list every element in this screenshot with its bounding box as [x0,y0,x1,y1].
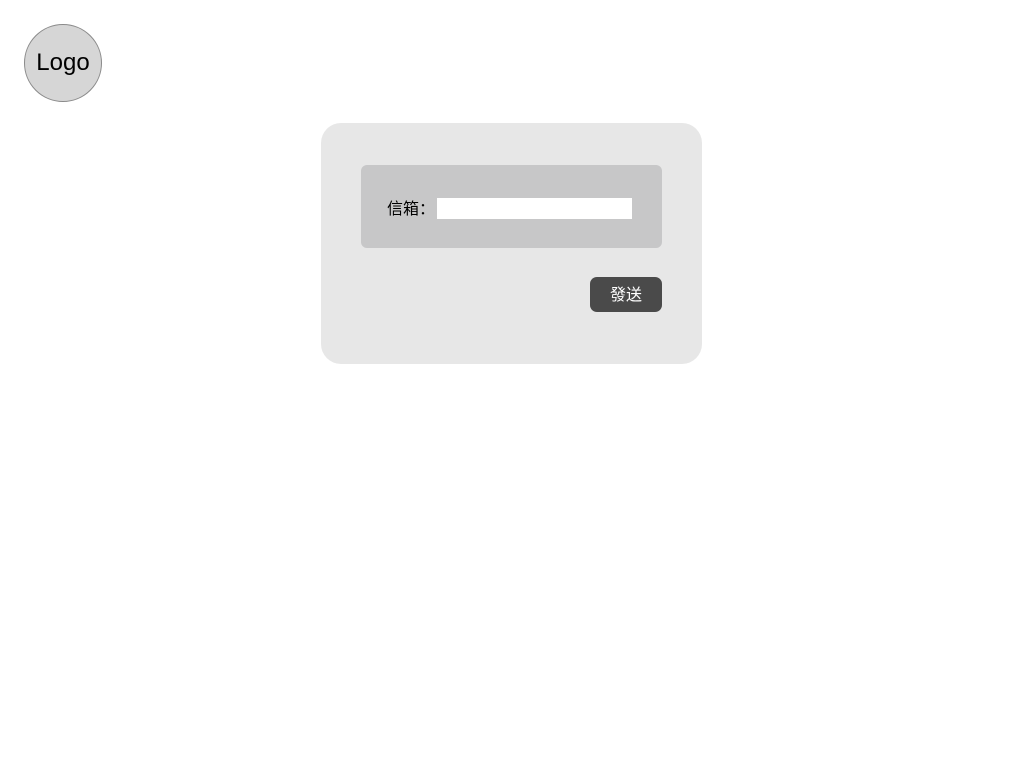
email-label: 信箱： [387,199,436,218]
page: Logo 信箱： 發送 [0,0,1024,768]
send-button[interactable]: 發送 [590,277,662,312]
email-field-group: 信箱： [361,165,662,248]
logo: Logo [24,24,102,102]
logo-text: Logo [36,49,90,76]
email-input[interactable] [437,198,632,219]
email-form-card: 信箱： 發送 [321,123,702,364]
